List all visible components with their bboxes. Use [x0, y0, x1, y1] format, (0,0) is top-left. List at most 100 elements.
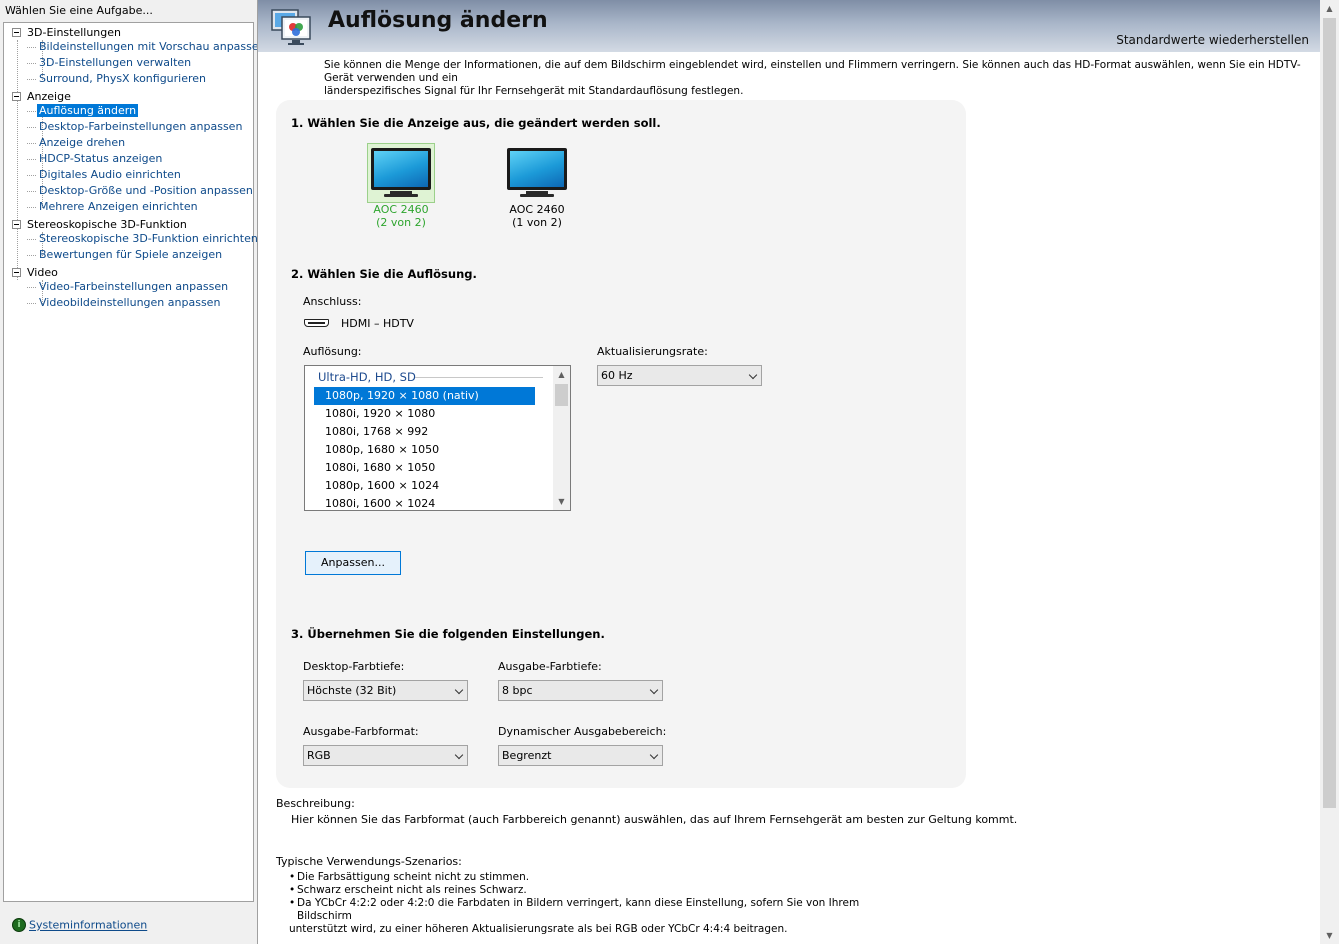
connection-label: Anschluss: [303, 295, 362, 308]
section-resolution-title: 2. Wählen Sie die Auflösung. [291, 267, 477, 281]
usage-scenarios-list: • Die Farbsättigung scheint nicht zu stim… [289, 871, 889, 936]
desktop-color-depth-value: Höchste (32 Bit) [307, 684, 397, 697]
task-tree: 3D-Einstellungen Bildeinstellungen mit V… [3, 22, 266, 902]
monitor-icon [371, 148, 431, 190]
resolution-label: Auflösung: [303, 345, 362, 358]
refresh-rate-value: 60 Hz [601, 369, 633, 382]
sidebar-item-video-color[interactable]: Video-Farbeinstellungen anpassen [26, 280, 230, 294]
info-icon: i [12, 918, 26, 932]
monitor-icon [507, 148, 567, 190]
page-title: Auflösung ändern [328, 8, 548, 33]
resolution-option[interactable]: 1080i, 1920 × 1080 [314, 405, 535, 423]
output-color-depth-value: 8 bpc [502, 684, 533, 697]
sidebar-item-surround-physx[interactable]: Surround, PhysX konfigurieren [26, 72, 208, 86]
chevron-down-icon [649, 750, 659, 760]
output-color-depth-label: Ausgabe-Farbtiefe: [498, 660, 602, 673]
sidebar-item-hdcp-status[interactable]: HDCP-Status anzeigen [26, 152, 164, 166]
section-apply-settings-title: 3. Übernehmen Sie die folgenden Einstell… [291, 627, 605, 641]
display-settings-icon [271, 9, 311, 45]
scroll-up-icon[interactable]: ▲ [1320, 0, 1339, 17]
refresh-rate-dropdown[interactable]: 60 Hz [597, 365, 762, 386]
system-info: i Systeminformationen [12, 918, 147, 932]
resolution-option[interactable]: 1080i, 1600 × 1024 [314, 495, 535, 510]
display-option-1[interactable]: AOC 2460 (1 von 2) [502, 143, 572, 229]
sidebar-item-desktop-color[interactable]: Desktop-Farbeinstellungen anpassen [26, 120, 244, 134]
sidebar-item-stereo-setup[interactable]: Stereoskopische 3D-Funktion einrichten [27, 232, 260, 246]
sidebar-item-video-image[interactable]: Videobildeinstellungen anpassen [26, 296, 222, 310]
description-label: Beschreibung: [276, 797, 355, 810]
dynamic-range-value: Begrenzt [502, 749, 552, 762]
tree-category-video[interactable]: Video [12, 266, 58, 280]
resolution-option[interactable]: 1080p, 1920 × 1080 (nativ) [314, 387, 535, 405]
task-pane: Wählen Sie eine Aufgabe... 3D-Einstellun… [0, 0, 266, 944]
scroll-thumb[interactable] [555, 384, 568, 406]
sidebar-item-desktop-size[interactable]: Desktop-Größe und -Position anpassen [27, 184, 255, 198]
chevron-down-icon [454, 685, 464, 695]
scroll-down-icon[interactable]: ▼ [553, 493, 570, 510]
display-frame [367, 143, 435, 203]
system-info-link[interactable]: Systeminformationen [29, 919, 147, 932]
sidebar-item-rotate-display[interactable]: Anzeige drehen [26, 136, 127, 150]
resolution-group-header: Ultra-HD, HD, SD [318, 370, 416, 384]
resolution-option[interactable]: 1080i, 1768 × 992 [314, 423, 535, 441]
connection-value: HDMI – HDTV [341, 317, 414, 330]
customize-button[interactable]: Anpassen... [305, 551, 401, 575]
chevron-down-icon [649, 685, 659, 695]
display-index: (2 von 2) [376, 216, 426, 229]
sidebar-item-image-preview[interactable]: Bildeinstellungen mit Vorschau anpassen [27, 40, 268, 54]
intro-line: Sie können die Menge der Informationen, … [324, 59, 1301, 84]
group-divider [415, 377, 543, 378]
page-scrollbar[interactable]: ▲ ▼ [1320, 0, 1339, 944]
settings-panel: 1. Wählen Sie die Anzeige aus, die geänd… [276, 100, 966, 788]
restore-defaults-link[interactable]: Standardwerte wiederherstellen [1116, 33, 1309, 47]
resolution-option[interactable]: 1080p, 1680 × 1050 [314, 441, 535, 459]
display-name: AOC 2460 [373, 203, 429, 216]
output-color-format-label: Ausgabe-Farbformat: [303, 725, 419, 738]
list-item: • Schwarz erscheint nicht als reines Schw… [289, 884, 527, 896]
desktop-color-depth-label: Desktop-Farbtiefe: [303, 660, 405, 673]
dynamic-range-dropdown[interactable]: Begrenzt [498, 745, 663, 766]
display-name: AOC 2460 [509, 203, 565, 216]
hdmi-icon [304, 319, 329, 327]
resolution-listbox[interactable]: Ultra-HD, HD, SD 1080p, 1920 × 1080 (nat… [304, 365, 571, 511]
usage-scenarios-label: Typische Verwendungs-Szenarios: [276, 855, 462, 868]
task-pane-header: Wählen Sie eine Aufgabe... [5, 4, 153, 17]
sidebar-item-digital-audio[interactable]: Digitales Audio einrichten [27, 168, 183, 182]
desktop-color-depth-dropdown[interactable]: Höchste (32 Bit) [303, 680, 468, 701]
chevron-down-icon [454, 750, 464, 760]
tree-category-stereo-3d[interactable]: Stereoskopische 3D-Funktion [12, 218, 187, 232]
list-item-continuation: unterstützt wird, zu einer höheren Aktua… [289, 923, 788, 935]
collapse-icon[interactable] [12, 219, 21, 229]
content-pane: Auflösung ändern Standardwerte wiederher… [257, 0, 1339, 944]
list-item: • Da YCbCr 4:2:2 oder 4:2:0 die Farbdaten… [289, 897, 860, 922]
output-color-depth-dropdown[interactable]: 8 bpc [498, 680, 663, 701]
refresh-rate-label: Aktualisierungsrate: [597, 345, 708, 358]
display-frame [503, 143, 571, 203]
dynamic-range-label: Dynamischer Ausgabebereich: [498, 725, 667, 738]
intro-text: Sie können die Menge der Informationen, … [324, 59, 1319, 98]
section-select-display-title: 1. Wählen Sie die Anzeige aus, die geänd… [291, 116, 661, 130]
resolution-option[interactable]: 1080i, 1680 × 1050 [314, 459, 535, 477]
list-item: • Die Farbsättigung scheint nicht zu stim… [289, 871, 530, 883]
resolution-scrollbar[interactable]: ▲ ▼ [553, 366, 570, 510]
sidebar-item-change-resolution[interactable]: Auflösung ändern [26, 104, 139, 118]
tree-category-3d-settings[interactable]: 3D-Einstellungen [12, 26, 121, 40]
display-index: (1 von 2) [512, 216, 562, 229]
sidebar-item-game-ratings[interactable]: Bewertungen für Spiele anzeigen [26, 248, 224, 262]
description-text: Hier können Sie das Farbformat (auch Far… [291, 813, 1018, 826]
output-color-format-dropdown[interactable]: RGB [303, 745, 468, 766]
intro-line: länderspezifisches Signal für Ihr Fernse… [324, 85, 744, 97]
scroll-thumb[interactable] [1323, 18, 1336, 808]
display-option-2[interactable]: AOC 2460 (2 von 2) [366, 143, 436, 229]
scroll-down-icon[interactable]: ▼ [1320, 927, 1339, 944]
scroll-up-icon[interactable]: ▲ [553, 366, 570, 383]
sidebar-item-multiple-displays[interactable]: Mehrere Anzeigen einrichten [27, 200, 200, 214]
collapse-icon[interactable] [12, 91, 21, 101]
resolution-option[interactable]: 1080p, 1600 × 1024 [314, 477, 535, 495]
tree-root-line [17, 40, 18, 280]
collapse-icon[interactable] [12, 267, 21, 277]
collapse-icon[interactable] [12, 27, 21, 37]
tree-category-display[interactable]: Anzeige [12, 90, 71, 104]
sidebar-item-manage-3d[interactable]: 3D-Einstellungen verwalten [26, 56, 193, 70]
output-color-format-value: RGB [307, 749, 331, 762]
